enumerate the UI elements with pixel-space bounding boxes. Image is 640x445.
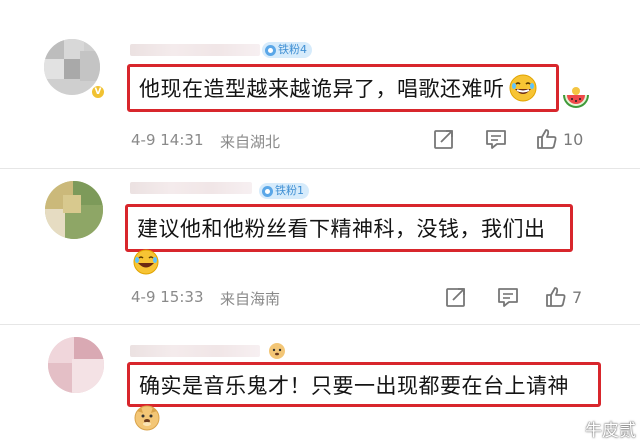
comment-datetime: 4-9 14:31: [131, 131, 204, 149]
username-blurred[interactable]: [130, 345, 260, 357]
laughing-emoji: [509, 74, 536, 102]
share-button[interactable]: [433, 128, 455, 150]
comment-text: 他现在造型越来越诡异了，唱歌还难听: [139, 77, 505, 101]
fan-badge-icon: [265, 44, 276, 56]
comment-button[interactable]: [485, 128, 507, 150]
fan-badge-label: 铁粉1: [275, 184, 304, 197]
comment-icon: [498, 288, 518, 307]
dog-emoji: [134, 405, 160, 431]
divider: [0, 168, 640, 169]
username-blurred[interactable]: [130, 44, 260, 56]
fan-badge-label: 铁粉4: [278, 43, 307, 56]
comment-text-highlight: 确实是音乐鬼才！只要一出现都要在台上请神: [127, 362, 601, 407]
like-icon: [546, 287, 566, 307]
comment-datetime: 4-9 15:33: [131, 288, 204, 306]
username-blurred[interactable]: [130, 182, 252, 194]
like-icon: [537, 129, 557, 149]
avatar[interactable]: [45, 181, 103, 239]
comment-text: 确实是音乐鬼才！只要一出现都要在台上请神: [139, 373, 569, 398]
comment-text-highlight: 建议他和他粉丝看下精神科，没钱，我们出: [125, 204, 573, 252]
watermelon-emoji: [563, 87, 589, 108]
fan-badge[interactable]: 铁粉1: [259, 183, 309, 199]
like-button[interactable]: 7: [544, 285, 582, 309]
comment-location: 来自湖北: [220, 133, 281, 151]
like-count: 10: [563, 129, 584, 149]
share-icon: [434, 130, 453, 149]
comment-text-highlight: 他现在造型越来越诡异了，唱歌还难听: [127, 64, 559, 112]
fan-badge-icon: [262, 185, 273, 197]
comment-location: 来自海南: [220, 290, 281, 308]
verified-badge-icon: V: [90, 84, 106, 100]
comment-text: 建议他和他粉丝看下精神科，没钱，我们出: [137, 217, 546, 241]
laughing-emoji: [133, 249, 159, 275]
fan-badge[interactable]: 铁粉4: [262, 42, 312, 58]
like-count: 7: [572, 287, 583, 307]
divider: [0, 324, 640, 325]
avatar[interactable]: [48, 337, 104, 393]
dog-emoji: [269, 343, 285, 359]
comment-button[interactable]: [497, 286, 519, 308]
watermark: 牛皮贰: [585, 421, 636, 441]
like-button[interactable]: 10: [535, 127, 583, 151]
comment-icon: [486, 130, 506, 149]
share-icon: [446, 288, 465, 307]
share-button[interactable]: [445, 286, 467, 308]
